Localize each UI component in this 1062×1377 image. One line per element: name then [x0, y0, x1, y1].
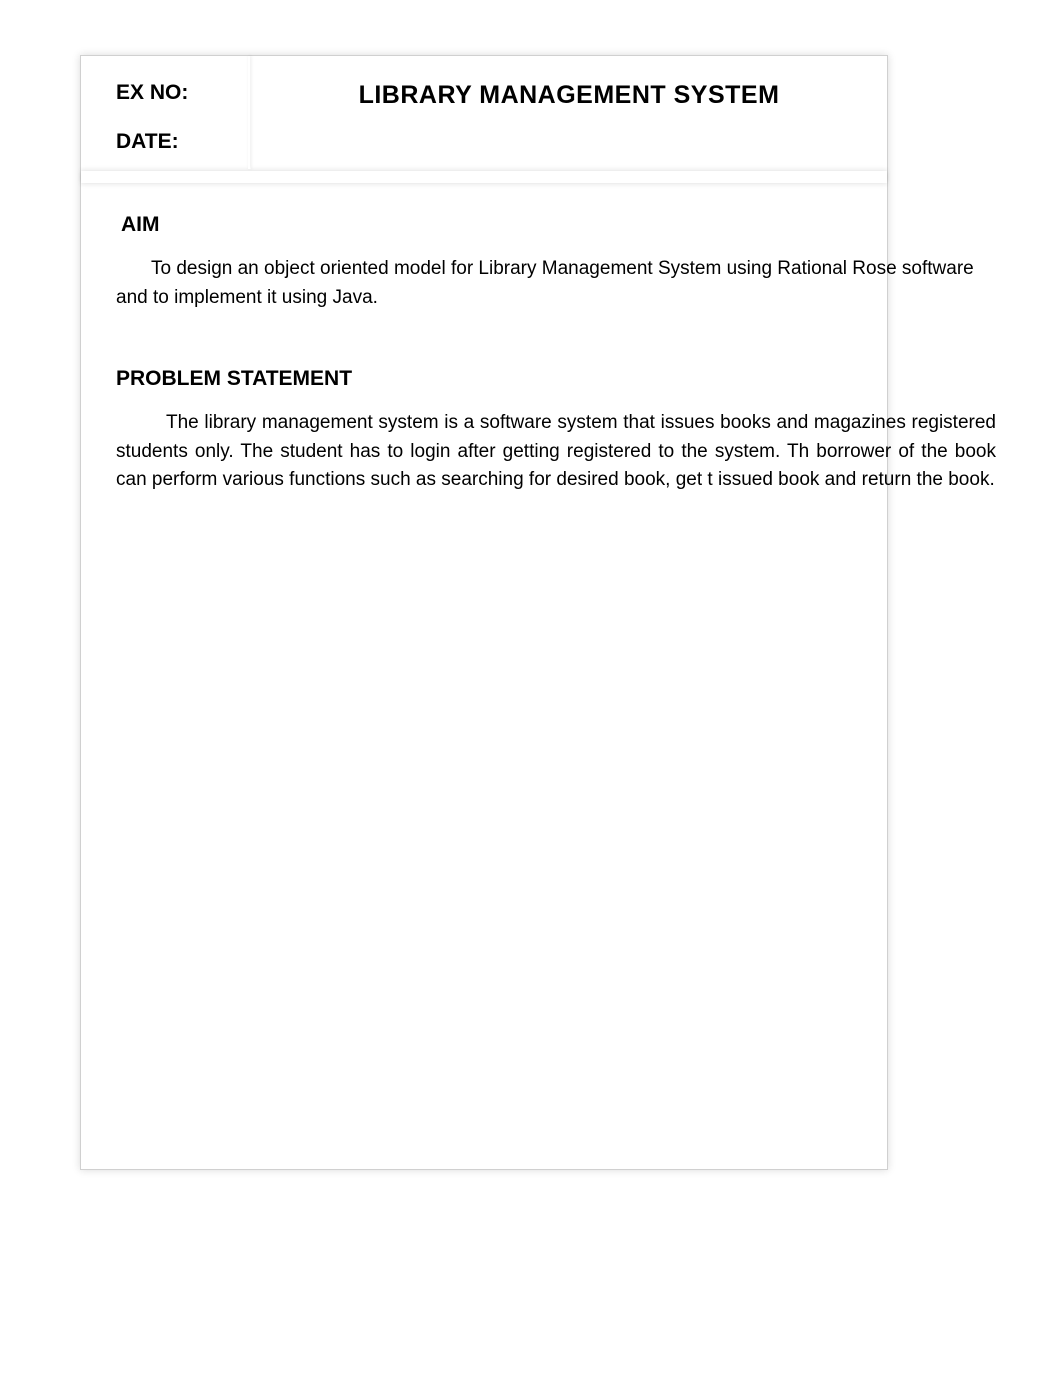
- header-left-cell: EX NO: DATE:: [81, 56, 251, 169]
- document-title: LIBRARY MANAGEMENT SYSTEM: [271, 81, 867, 110]
- header-section: EX NO: DATE: LIBRARY MANAGEMENT SYSTEM: [81, 56, 887, 171]
- problem-statement-text: The library management system is a softw…: [116, 409, 996, 495]
- content-area: AIM To design an object oriented model f…: [81, 183, 887, 515]
- ex-no-label: EX NO:: [116, 81, 239, 105]
- header-right-cell: LIBRARY MANAGEMENT SYSTEM: [251, 56, 887, 169]
- document-page: EX NO: DATE: LIBRARY MANAGEMENT SYSTEM A…: [80, 55, 888, 1170]
- date-label: DATE:: [116, 130, 239, 154]
- problem-statement-heading: PROBLEM STATEMENT: [116, 367, 852, 391]
- aim-text: To design an object oriented model for L…: [116, 255, 996, 312]
- header-divider: [81, 171, 887, 183]
- aim-heading: AIM: [121, 213, 852, 237]
